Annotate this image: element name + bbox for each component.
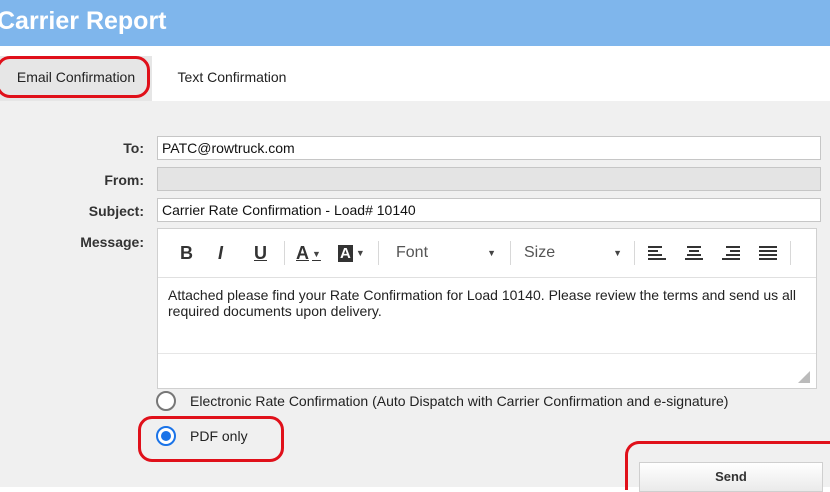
toolbar-divider	[284, 241, 285, 265]
radio-pdf-only[interactable]	[156, 426, 176, 446]
font-color-icon: A	[296, 243, 309, 263]
highlight-icon: A	[338, 245, 353, 262]
option-electronic-label: Electronic Rate Confirmation (Auto Dispa…	[190, 393, 729, 409]
toolbar-divider	[634, 241, 635, 265]
italic-button[interactable]: I	[218, 243, 223, 264]
radio-electronic[interactable]	[156, 391, 176, 411]
from-label: From:	[104, 172, 144, 188]
align-justify-icon[interactable]	[759, 245, 777, 261]
option-pdf-only[interactable]: PDF only	[156, 426, 248, 446]
tab-email-confirmation[interactable]: Email Confirmation	[0, 56, 152, 101]
align-right-icon[interactable]	[722, 245, 740, 261]
option-pdf-label: PDF only	[190, 428, 248, 444]
highlight-button[interactable]: A ▼	[338, 242, 365, 263]
font-select[interactable]: Font ▼	[396, 241, 496, 265]
bold-button[interactable]: B	[180, 243, 193, 264]
message-editor[interactable]: B I U A ▼ A ▼ Font ▼ Size ▼ Attached please …	[157, 228, 817, 389]
size-select-label: Size	[524, 244, 556, 261]
toolbar-divider	[790, 241, 791, 265]
editor-toolbar: B I U A ▼ A ▼ Font ▼ Size ▼	[158, 229, 816, 278]
chevron-down-icon: ▼	[355, 248, 365, 259]
from-field	[157, 167, 821, 191]
subject-label: Subject:	[88, 203, 144, 219]
underline-button[interactable]: U	[254, 243, 267, 264]
editor-footer-divider	[158, 353, 816, 354]
message-label: Message:	[80, 234, 144, 250]
tab-text-confirmation[interactable]: Text Confirmation	[152, 56, 312, 101]
to-field[interactable]	[157, 136, 821, 160]
align-left-icon[interactable]	[648, 245, 666, 261]
font-select-label: Font	[396, 244, 429, 261]
chevron-down-icon: ▼	[312, 249, 321, 260]
subject-field[interactable]	[157, 198, 821, 222]
align-center-icon[interactable]	[685, 245, 703, 261]
send-button[interactable]: Send	[639, 462, 823, 492]
option-electronic-rate-confirmation[interactable]: Electronic Rate Confirmation (Auto Dispa…	[156, 391, 728, 411]
size-select[interactable]: Size ▼	[524, 241, 622, 265]
resize-handle-icon[interactable]	[798, 371, 810, 383]
toolbar-divider	[510, 241, 511, 265]
font-color-button[interactable]: A ▼	[296, 243, 321, 264]
toolbar-divider	[378, 241, 379, 265]
message-body[interactable]: Attached please find your Rate Confirmat…	[168, 287, 808, 319]
page-title: Carrier Report	[0, 7, 167, 35]
tab-bar: Email Confirmation Text Confirmation	[0, 46, 830, 101]
chevron-down-icon: ▼	[487, 248, 496, 258]
report-header: Carrier Report	[0, 0, 830, 46]
chevron-down-icon: ▼	[613, 248, 622, 258]
to-label: To:	[123, 140, 144, 156]
